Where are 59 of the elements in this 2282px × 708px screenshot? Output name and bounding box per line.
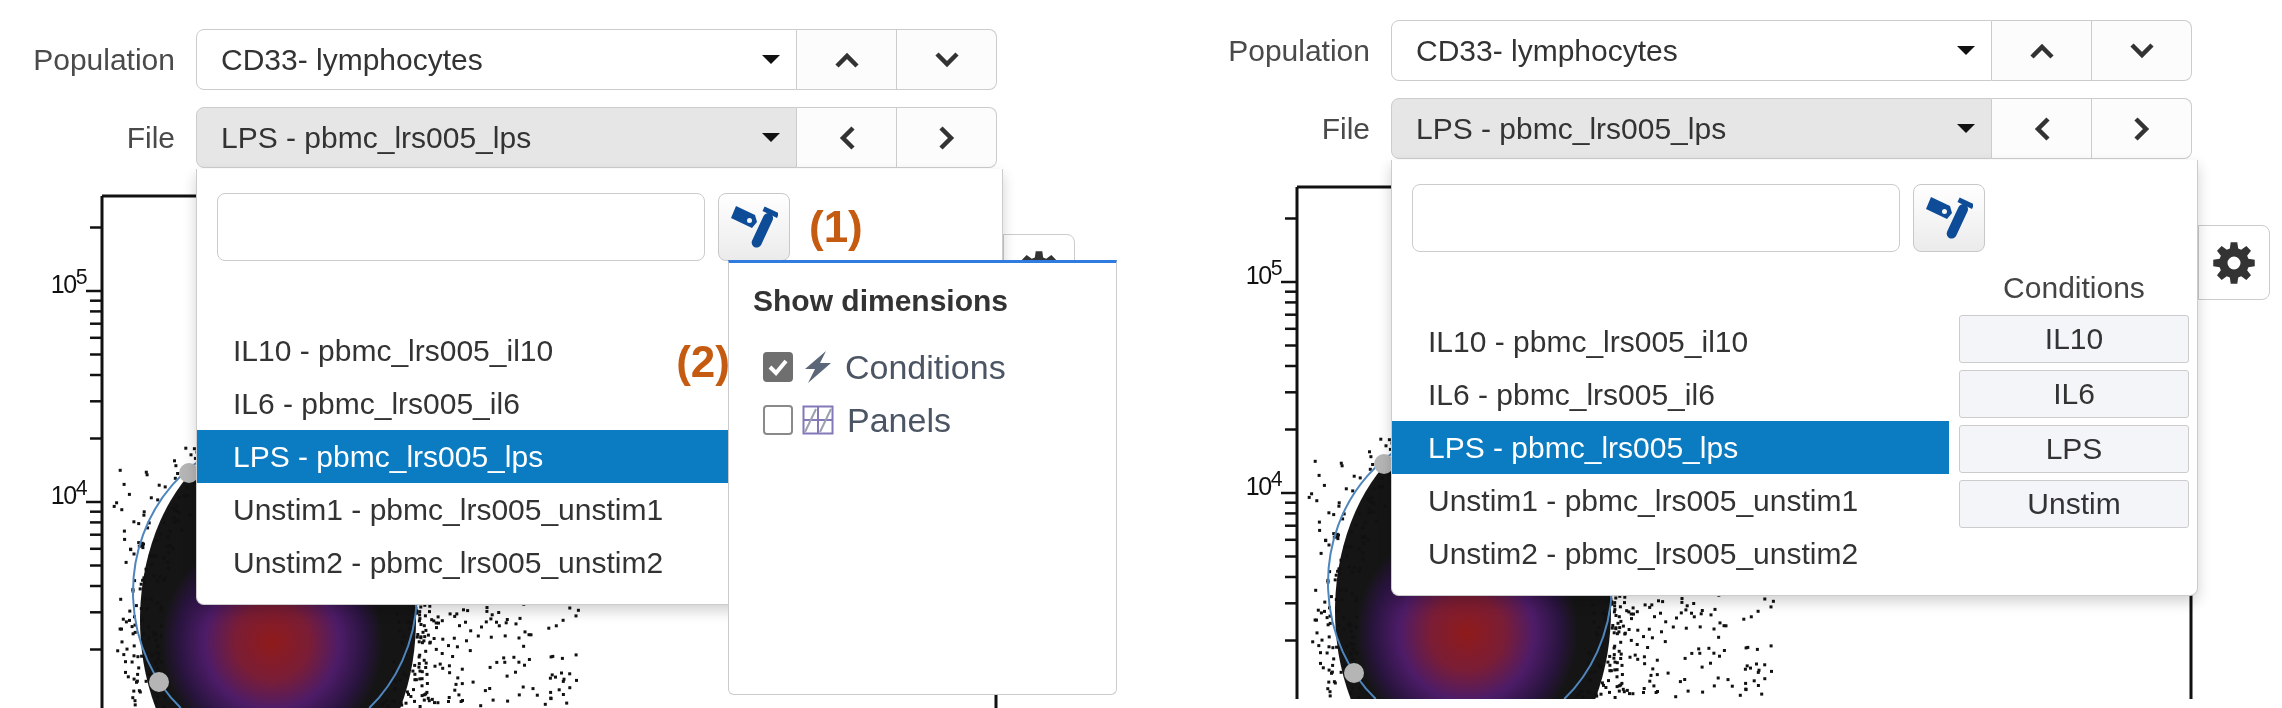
caret-icon (762, 55, 780, 64)
file-option[interactable]: LPS - pbmc_lrs005_lps (1392, 421, 1949, 474)
popover-title: Show dimensions (753, 283, 1010, 319)
next-button[interactable] (897, 107, 997, 168)
chevron-up-icon (2028, 42, 2055, 59)
chevron-down-icon (2128, 42, 2155, 59)
chevron-right-icon (2133, 115, 2150, 142)
tick-label: 10$^{5}$ (1244, 260, 1281, 290)
down-button[interactable] (2092, 20, 2192, 81)
up-button[interactable] (1992, 20, 2092, 81)
caret-icon (1957, 124, 1975, 133)
file-option[interactable]: Unstim1 - pbmc_lrs005_unstim1 (1392, 474, 1949, 527)
up-button[interactable] (797, 29, 897, 90)
filter-button[interactable] (718, 193, 790, 261)
chevron-left-icon (838, 124, 855, 151)
option-label[interactable]: Conditions (845, 347, 1006, 387)
chevron-down-icon (933, 51, 960, 68)
annotation-label: (2) (676, 338, 730, 386)
tick-label: 10$^{4}$ (1244, 471, 1281, 501)
previous-button[interactable] (797, 107, 897, 168)
dropdown-select[interactable]: LPS - pbmc_lrs005_lps (1391, 98, 1992, 159)
column-header: Conditions (2002, 271, 2146, 306)
dropdown-select[interactable]: CD33- lymphocytes (196, 29, 797, 90)
field-label: File (125, 120, 175, 155)
field-label: Population (32, 42, 175, 77)
down-button[interactable] (897, 29, 997, 90)
checkbox[interactable] (763, 405, 793, 435)
search-field[interactable] (217, 193, 705, 261)
grid-icon (802, 405, 834, 435)
annotation-label: (1) (809, 203, 863, 251)
tag-and-tube-icon (730, 203, 778, 251)
file-option[interactable]: IL10 - pbmc_lrs005_il10 (1392, 315, 1949, 368)
tick-label: 10$^{4}$ (49, 480, 86, 510)
chevron-right-icon (938, 124, 955, 151)
file-option[interactable]: IL6 - pbmc_lrs005_il6 (1392, 368, 1949, 421)
condition-tag: IL6 (1959, 370, 2189, 418)
dropdown-select[interactable]: CD33- lymphocytes (1391, 20, 1992, 81)
next-button[interactable] (2092, 98, 2192, 159)
caret-icon (762, 133, 780, 142)
gate-handle[interactable] (149, 672, 169, 692)
condition-tag: Unstim (1959, 480, 2189, 528)
file-option[interactable]: Unstim2 - pbmc_lrs005_unstim2 (1392, 527, 1949, 580)
condition-tag: LPS (1959, 425, 2189, 473)
search-field[interactable] (1412, 184, 1900, 252)
gate-handle[interactable] (1344, 663, 1364, 683)
settings-icon (2212, 241, 2256, 284)
chevron-up-icon (833, 51, 860, 68)
chevron-left-icon (2033, 115, 2050, 142)
condition-tag: IL10 (1959, 315, 2189, 363)
previous-button[interactable] (1992, 98, 2092, 159)
tick-label: 10$^{5}$ (49, 269, 86, 299)
caret-icon (1957, 46, 1975, 55)
tag-and-tube-icon (1925, 194, 1973, 242)
checkbox[interactable] (763, 352, 793, 382)
dropdown-select[interactable]: LPS - pbmc_lrs005_lps (196, 107, 797, 168)
field-label: Population (1227, 33, 1370, 68)
settings-button[interactable] (2198, 225, 2270, 300)
filter-button[interactable] (1913, 184, 1985, 252)
field-label: File (1320, 111, 1370, 146)
